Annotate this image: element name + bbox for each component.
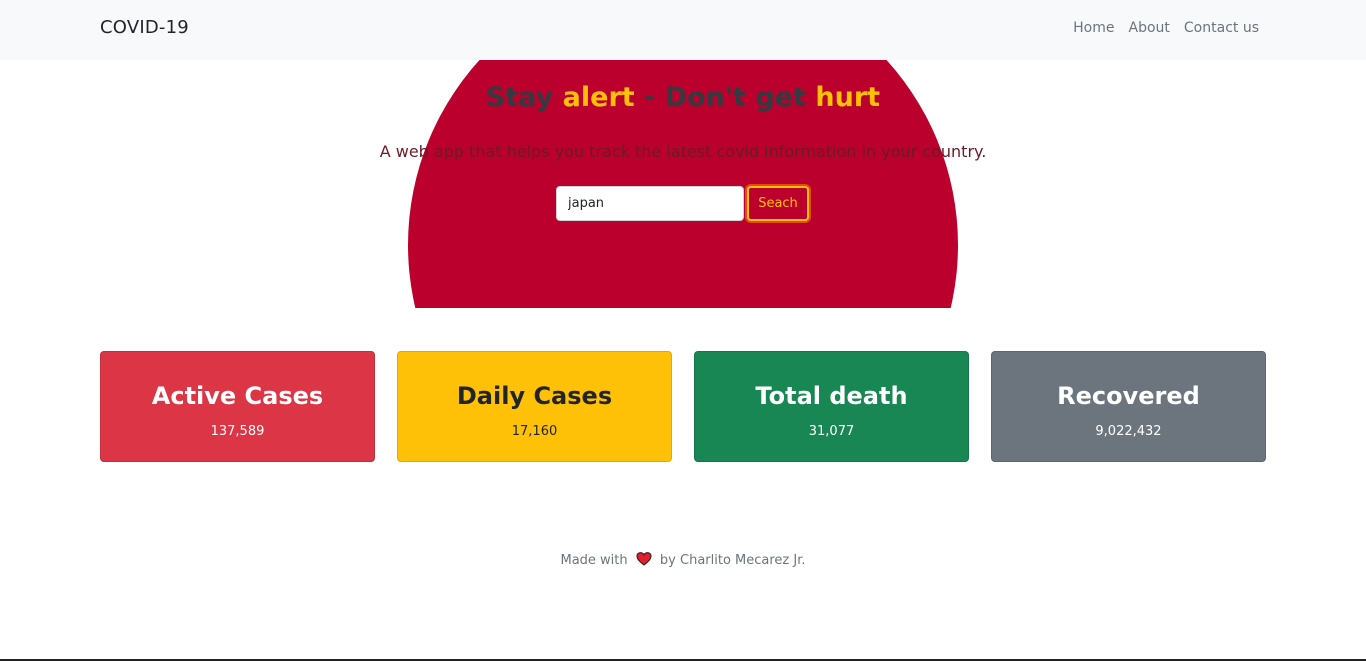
card-value: 137,589 [210, 424, 265, 439]
title-part-alert: alert [562, 82, 635, 113]
footer-author: by Charlito Mecarez Jr. [659, 553, 806, 568]
hero-section: Stay alert - Don't get hurt A web app th… [0, 60, 1366, 308]
heart-icon [636, 552, 652, 566]
card-value: 17,160 [511, 424, 558, 439]
nav-link-contact[interactable]: Contact us [1184, 20, 1259, 36]
page: COVID-19 Home About Contact us Stay aler… [0, 0, 1366, 661]
search-form: Seach [556, 186, 809, 221]
country-search-input[interactable] [556, 186, 744, 221]
title-part-dont-get: - Don't get [634, 82, 816, 113]
nav-link-home[interactable]: Home [1073, 20, 1114, 36]
active-cases-card: Active Cases 137,589 [100, 351, 375, 462]
nav-link-about[interactable]: About [1129, 20, 1170, 36]
card-title: Active Cases [151, 382, 324, 410]
brand-link[interactable]: COVID-19 [100, 17, 189, 38]
card-title: Daily Cases [456, 382, 613, 410]
hero-subtitle: A web app that helps you track the lates… [379, 142, 987, 161]
card-title: Recovered [1057, 382, 1200, 410]
footer: Made with by Charlito Mecarez Jr. [0, 551, 1366, 568]
card-value: 9,022,432 [1095, 424, 1162, 439]
daily-cases-card: Daily Cases 17,160 [397, 351, 672, 462]
recovered-card: Recovered 9,022,432 [991, 351, 1266, 462]
card-value: 31,077 [808, 424, 855, 439]
title-part-hurt: hurt [815, 82, 881, 113]
total-death-card: Total death 31,077 [694, 351, 969, 462]
navbar: COVID-19 Home About Contact us [0, 0, 1366, 60]
card-title: Total death [755, 382, 908, 410]
footer-prefix: Made with [560, 553, 628, 568]
search-button[interactable]: Seach [747, 186, 809, 221]
nav-links: Home About Contact us [1073, 20, 1259, 36]
stats-cards: Active Cases 137,589 Daily Cases 17,160 … [100, 351, 1266, 462]
hero-title: Stay alert - Don't get hurt [0, 82, 1366, 113]
title-part-stay: Stay [485, 82, 563, 113]
